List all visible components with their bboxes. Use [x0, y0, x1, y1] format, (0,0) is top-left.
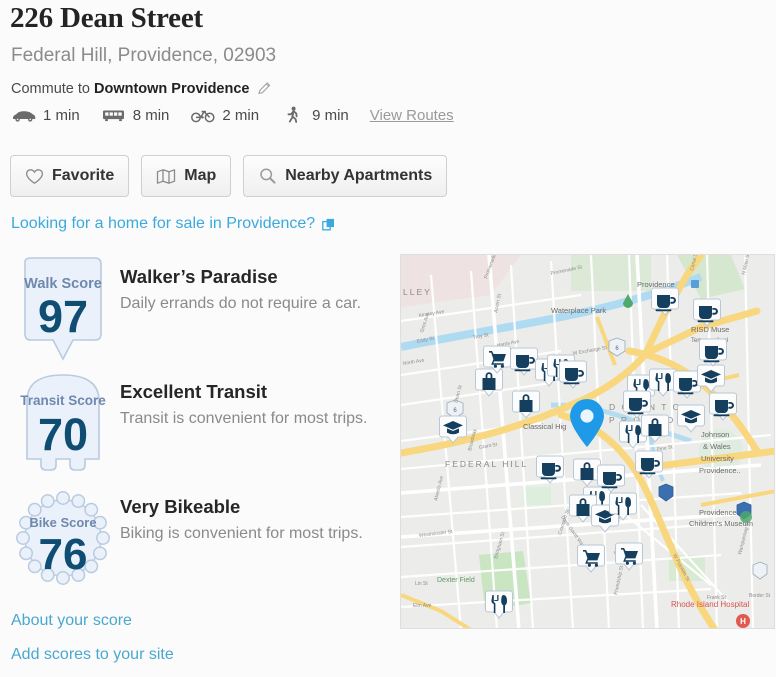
map-label-jwu-1: Johnson	[701, 430, 729, 439]
map-canvas: 6 6 LLEY FEDERAL HILL D O W N T O P R O …	[401, 255, 775, 629]
bus-badge-shape: Transit Score 70	[15, 371, 111, 481]
map-label-federal-hill: FEDERAL HILL	[445, 459, 528, 469]
commute-row: Commute to Downtown Providence	[11, 80, 273, 97]
street-label: Border St	[749, 593, 771, 599]
map-panel[interactable]: 6 6 LLEY FEDERAL HILL D O W N T O P R O …	[400, 254, 775, 629]
address-locality: Federal Hill, Providence, 02903	[11, 45, 276, 67]
map-icon	[156, 168, 176, 185]
transit-score-badge[interactable]: Transit Score 70	[13, 371, 113, 483]
transit-score-value: 70	[38, 409, 88, 460]
score-row-walk: Walk Score 97 Walker’s Paradise Daily er…	[8, 256, 393, 371]
add-scores-link-wrap: Add scores to your site	[11, 646, 174, 664]
bike-score-badge[interactable]: Bike Score 76	[13, 486, 113, 598]
mode-bus-time: 8 min	[133, 107, 170, 124]
speech-bubble-badge-shape: Walk Score 97	[15, 256, 111, 366]
home-for-sale-link[interactable]: Looking for a home for sale in Providenc…	[11, 215, 335, 233]
map-button-label: Map	[184, 167, 216, 185]
walk-score-title: Walker’s Paradise	[120, 266, 382, 287]
commute-destination: Downtown Providence	[94, 81, 250, 97]
map-label-waterplace-park: Waterplace Park	[551, 306, 606, 315]
walk-score-description: Daily errands do not require a car.	[120, 293, 382, 316]
action-button-row: Favorite Map Nearby Apartments	[10, 155, 459, 197]
map-label-valley: LLEY	[403, 287, 432, 297]
bike-score-title: Very Bikeable	[120, 496, 382, 517]
score-list: Walk Score 97 Walker’s Paradise Daily er…	[8, 256, 393, 601]
search-icon	[258, 167, 277, 185]
bike-icon	[190, 107, 216, 123]
mode-walk: 9 min	[280, 106, 349, 124]
heart-icon	[25, 168, 44, 185]
favorite-button[interactable]: Favorite	[10, 155, 129, 197]
pencil-icon[interactable]	[256, 80, 273, 97]
bike-score-text: Very Bikeable Biking is convenient for m…	[120, 496, 382, 546]
nearby-apartments-button[interactable]: Nearby Apartments	[243, 155, 447, 197]
favorite-button-label: Favorite	[52, 167, 114, 185]
bus-icon	[101, 107, 127, 123]
transit-station-icon	[691, 280, 699, 288]
map-label-ri-hospital: Rhode Island Hospital	[671, 600, 749, 609]
mode-bike: 2 min	[190, 107, 259, 124]
add-scores-to-site-link[interactable]: Add scores to your site	[11, 646, 174, 663]
external-link-icon	[322, 218, 335, 231]
bike-score-description: Biking is convenient for most trips.	[120, 523, 382, 546]
score-row-transit: Transit Score 70 Excellent Transit Trans…	[8, 371, 393, 486]
bike-score-badge-label: Bike Score	[29, 515, 96, 530]
view-routes-link[interactable]: View Routes	[370, 107, 454, 124]
page-title: 226 Dean Street	[10, 2, 203, 35]
map-label-childrens-museum-1: Providence	[699, 508, 737, 517]
walk-icon	[280, 106, 306, 124]
mode-car-time: 1 min	[43, 107, 80, 124]
map-label-dexter-field: Dexter Field	[437, 577, 475, 584]
mode-bike-time: 2 min	[222, 107, 259, 124]
transit-score-text: Excellent Transit Transit is convenient …	[120, 381, 382, 431]
walk-score-value: 97	[38, 291, 88, 342]
home-for-sale-link-label: Looking for a home for sale in Providenc…	[11, 215, 315, 233]
nearby-apartments-button-label: Nearby Apartments	[285, 167, 432, 185]
mode-bus: 8 min	[101, 107, 170, 124]
map-label-jwu-4: Providence..	[699, 466, 741, 475]
score-row-bike: Bike Score 76 Very Bikeable Biking is co…	[8, 486, 393, 601]
about-score-link-wrap: About your score	[11, 612, 132, 630]
walk-score-badge-label: Walk Score	[24, 276, 102, 292]
walkscore-panel: 226 Dean Street Federal Hill, Providence…	[0, 0, 776, 677]
map-label-risd-museum: RISD Muse	[691, 325, 729, 334]
map-label-jwu-2: & Wales	[703, 442, 731, 451]
cog-badge-shape: Bike Score 76	[14, 486, 112, 590]
map-label-jwu-3: University	[701, 454, 734, 463]
street-label: Frank St	[707, 595, 727, 601]
walk-score-badge[interactable]: Walk Score 97	[13, 256, 113, 368]
mode-car: 1 min	[11, 107, 80, 124]
transit-score-badge-label: Transit Score	[20, 393, 106, 408]
about-your-score-link[interactable]: About your score	[11, 612, 132, 629]
svg-text:H: H	[740, 617, 746, 626]
map-button[interactable]: Map	[141, 155, 231, 197]
mode-walk-time: 9 min	[312, 107, 349, 124]
street-label: Lin St	[415, 581, 428, 587]
walk-score-text: Walker’s Paradise Daily errands do not r…	[120, 266, 382, 316]
car-icon	[11, 107, 37, 123]
transit-score-title: Excellent Transit	[120, 381, 382, 402]
transit-score-description: Transit is convenient for most trips.	[120, 408, 382, 431]
commute-modes: 1 min 8 min	[11, 106, 454, 124]
bike-score-value: 76	[39, 530, 88, 579]
street-label: Elm Ave	[413, 603, 431, 609]
commute-label: Commute to	[11, 81, 90, 97]
map-label-classical-high: Classical Hig	[523, 422, 566, 431]
